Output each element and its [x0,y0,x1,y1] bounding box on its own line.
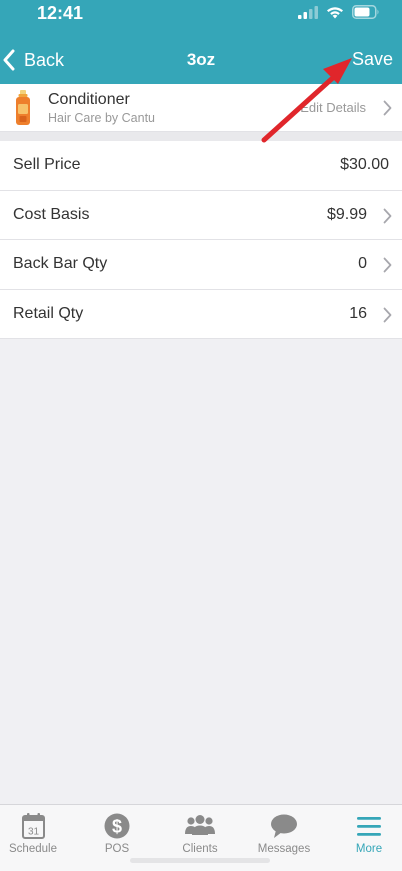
row-value: 0 [358,255,367,272]
battery-icon [352,5,379,19]
row-value: $9.99 [326,205,367,223]
chevron-right-icon [383,257,392,273]
tab-messages[interactable]: Messages [244,805,324,865]
section-divider [0,132,402,141]
chevron-right-icon [383,307,392,322]
product-bottle-icon [16,90,30,125]
chevron-right-icon [383,208,392,223]
cost-basis-row[interactable]: Cost Basis $9.99 [0,191,402,240]
tab-more[interactable]: More [329,805,402,865]
page-title: 3oz [186,50,216,69]
row-value: $30.00 [340,156,389,173]
status-time: 12:41 [37,3,84,23]
tab-pos[interactable]: $ POS [77,805,157,865]
svg-text:31: 31 [28,827,40,838]
retail-qty-row[interactable]: Retail Qty 16 [0,290,402,339]
calendar-icon: 31 [22,813,45,839]
product-row[interactable]: Conditioner Hair Care by Cantu Edit Deta… [0,84,402,132]
product-name: Conditioner [48,91,130,108]
field-list: Sell Price $30.00 Cost Basis $9.99 Back … [0,141,402,339]
back-bar-qty-row[interactable]: Back Bar Qty 0 [0,240,402,290]
people-icon [185,815,215,835]
row-label: Cost Basis [13,205,90,223]
row-label: Back Bar Qty [13,255,108,272]
tab-label: Messages [257,843,311,855]
nav-bar: Back 3oz Save [0,38,402,82]
row-label: Retail Qty [13,304,84,322]
wifi-icon [327,6,343,18]
svg-text:$: $ [112,817,122,837]
tab-label: Clients [182,843,218,855]
status-bar: 12:41 [0,0,402,28]
home-indicator [130,858,270,863]
row-label: Sell Price [13,156,81,173]
sell-price-row[interactable]: Sell Price $30.00 [0,141,402,191]
tab-label: More [355,843,383,855]
tab-clients[interactable]: Clients [160,805,240,865]
tab-schedule[interactable]: 31 Schedule [0,805,73,865]
dollar-icon: $ [104,813,130,839]
hamburger-menu-icon [357,817,381,836]
tab-label: POS [104,843,130,855]
chevron-right-icon [383,100,392,116]
chat-bubble-icon [271,814,297,838]
status-icons [298,5,380,19]
row-value: 16 [349,304,367,322]
signal-icon [298,5,318,19]
app-header: 12:41 Back 3oz Save [0,0,402,84]
product-brand: Hair Care by Cantu [48,111,155,125]
edit-details-link[interactable]: Edit Details [300,100,366,115]
tab-label: Schedule [9,843,57,855]
save-button[interactable]: Save [352,49,393,70]
